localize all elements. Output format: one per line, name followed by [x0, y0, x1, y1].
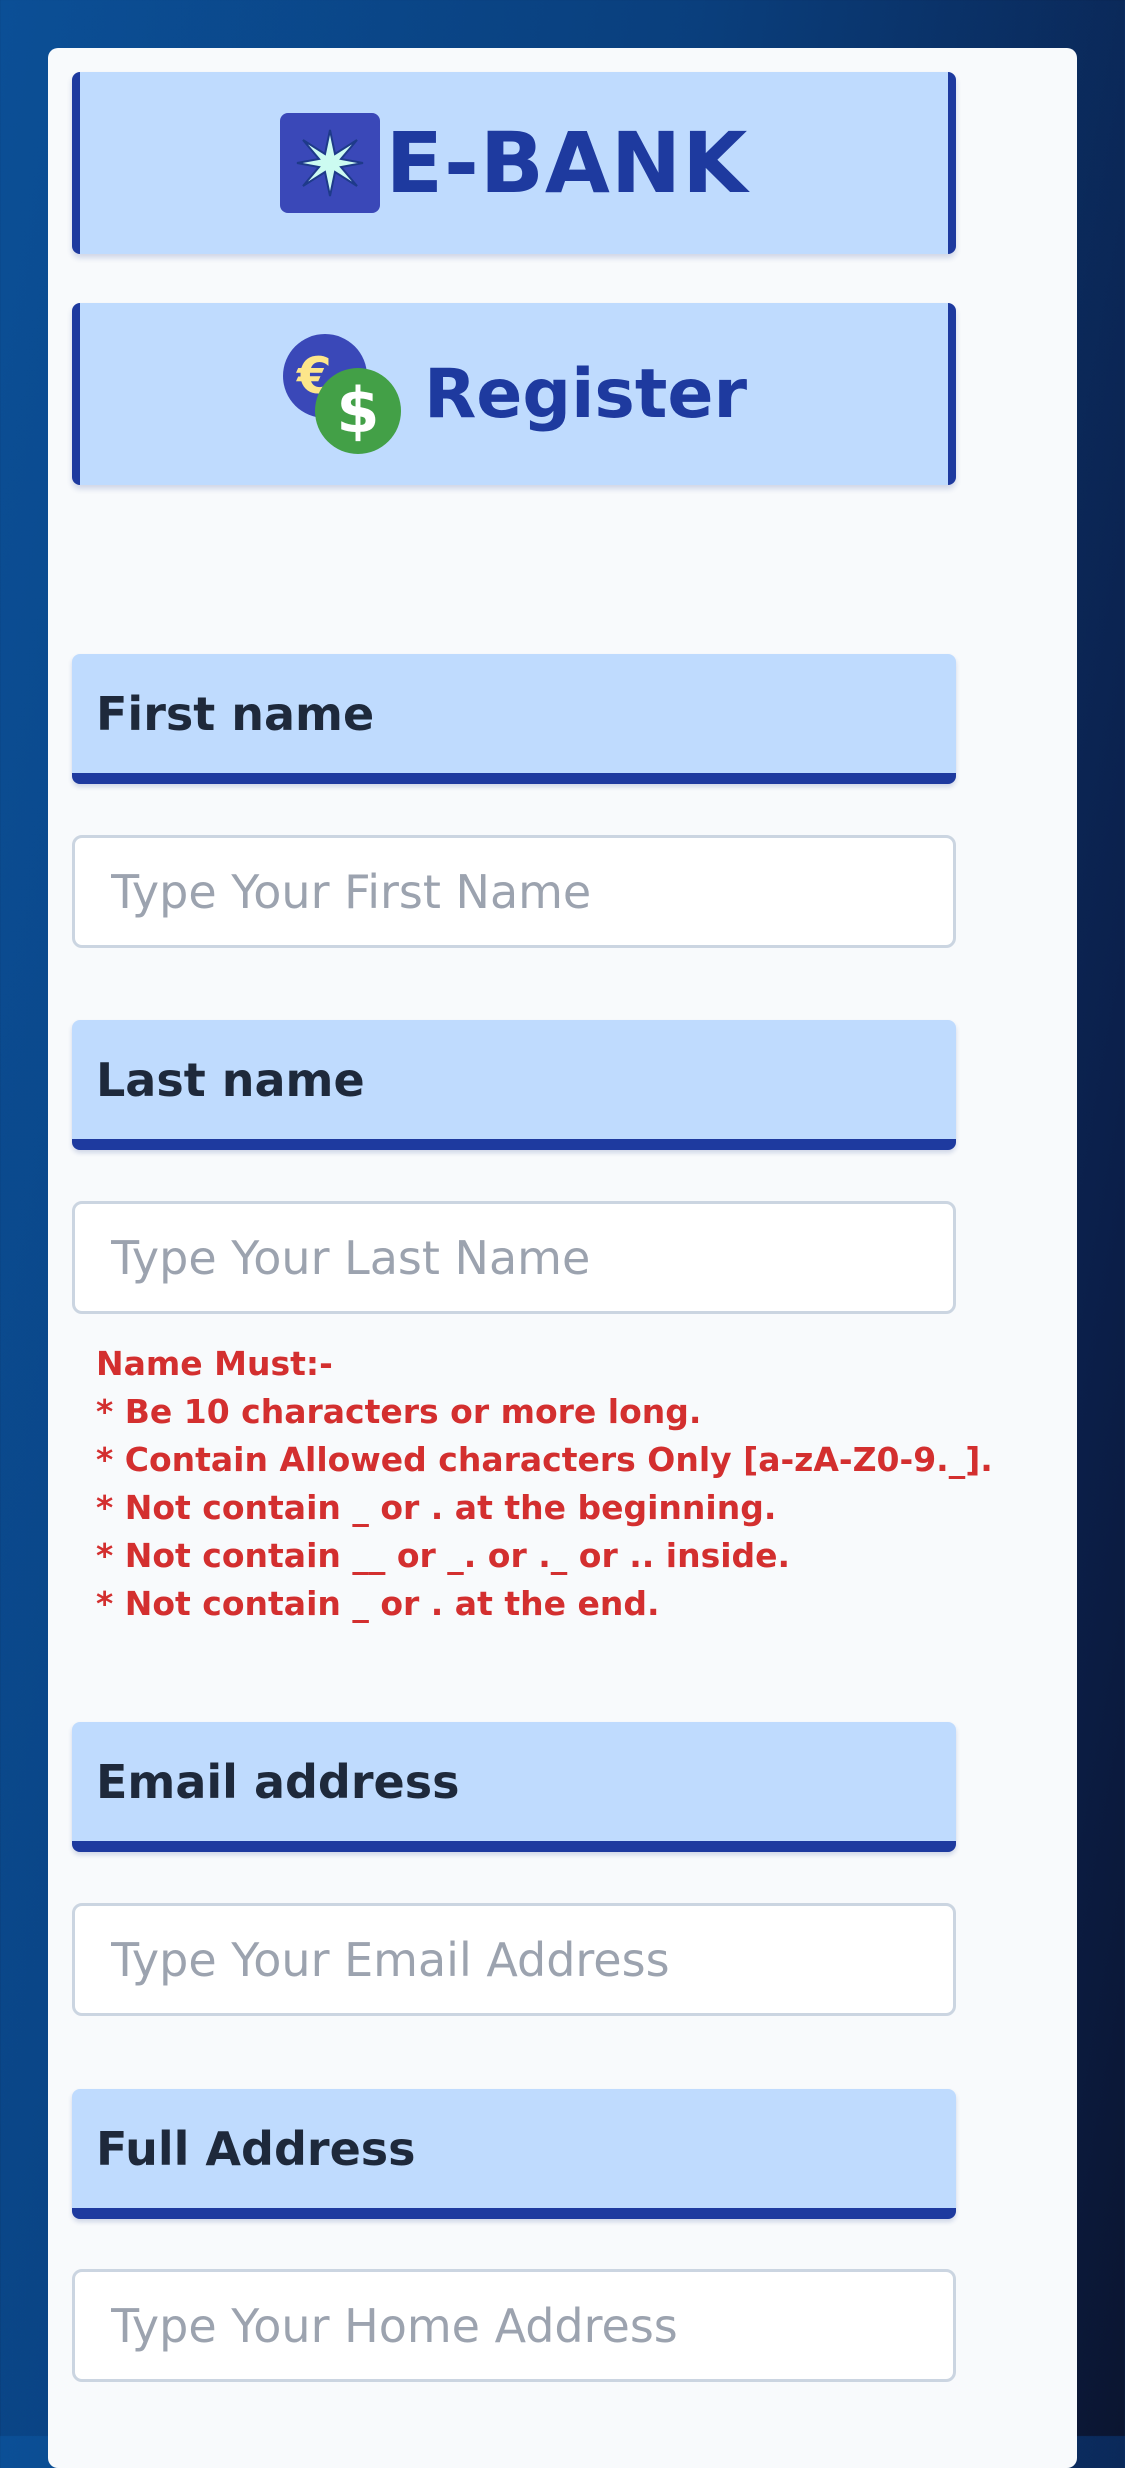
name-rule-item: * Not contain __ or _. or ._ or .. insid…: [96, 1536, 791, 1575]
first-name-input[interactable]: [72, 835, 956, 948]
name-rules-heading: Name Must:-: [96, 1344, 333, 1383]
email-input[interactable]: [72, 1903, 956, 2016]
name-rule-item: * Contain Allowed characters Only [a-zA-…: [96, 1440, 993, 1479]
name-rule-item: * Not contain _ or . at the beginning.: [96, 1488, 777, 1527]
starburst-logo-icon: [279, 113, 380, 213]
currency-coins-icon: € $: [281, 332, 406, 457]
name-rule-item: * Not contain _ or . at the end.: [96, 1584, 660, 1623]
first-name-label: First name: [72, 654, 956, 784]
full-address-label: Full Address: [72, 2089, 956, 2219]
last-name-input[interactable]: [72, 1201, 956, 1314]
name-rule-item: * Be 10 characters or more long.: [96, 1392, 702, 1431]
email-label: Email address: [72, 1722, 956, 1852]
brand-title: E-BANK: [385, 114, 749, 212]
dollar-coin-icon: $: [314, 367, 401, 454]
last-name-label: Last name: [72, 1020, 956, 1150]
register-title: Register: [423, 354, 748, 434]
brand-banner: E-BANK: [72, 72, 956, 254]
register-banner: € $ Register: [72, 303, 956, 485]
name-rules: Name Must:- * Be 10 characters or more l…: [96, 1340, 993, 1628]
home-address-input[interactable]: [72, 2269, 956, 2382]
